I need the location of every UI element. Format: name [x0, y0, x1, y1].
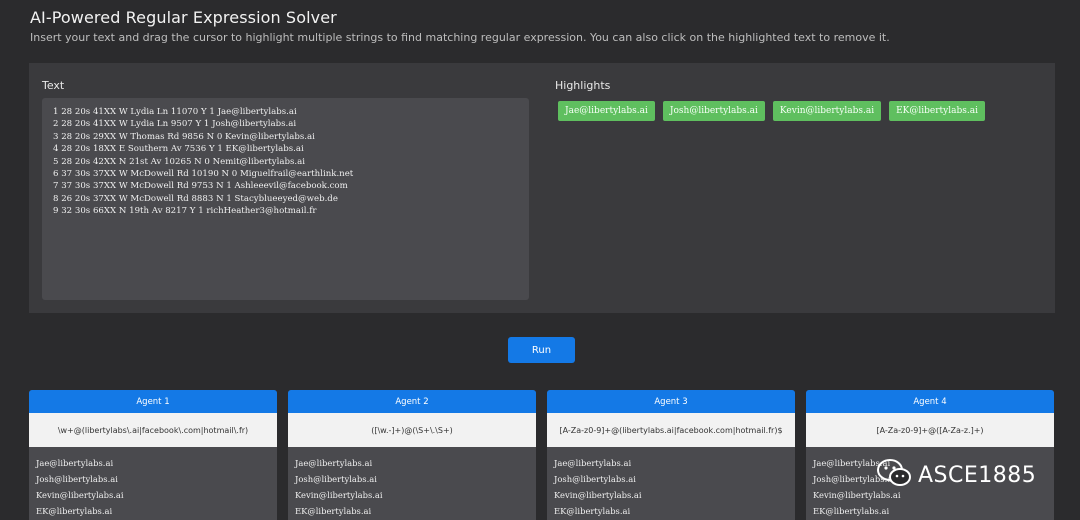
- agent-card-1: Agent 1 \w+@(libertylabs\.ai|facebook\.c…: [29, 390, 277, 520]
- agent-results: Jae@libertylabs.ai Josh@libertylabs.ai K…: [288, 447, 536, 520]
- list-item: Jae@libertylabs.ai: [295, 458, 373, 468]
- page-subtitle: Insert your text and drag the cursor to …: [30, 31, 890, 44]
- list-item: EK@libertylabs.ai: [813, 506, 890, 516]
- text-label: Text: [42, 79, 65, 92]
- agent-regex: [A-Za-z0-9]+@(libertylabs.ai|facebook.co…: [547, 413, 795, 447]
- list-item: EK@libertylabs.ai: [554, 506, 631, 516]
- list-item: Josh@libertylabs.ai: [36, 474, 118, 484]
- agent-regex: \w+@(libertylabs\.ai|facebook\.com|hotma…: [29, 413, 277, 447]
- input-panel: Text 1 28 20s 41XX W Lydia Ln 11070 Y 1 …: [29, 63, 1055, 313]
- list-item: Jae@libertylabs.ai: [554, 458, 632, 468]
- agent-results: Jae@libertylabs.ai Josh@libertylabs.ai K…: [29, 447, 277, 520]
- list-item: Jae@libertylabs.ai: [36, 458, 114, 468]
- agent-results: Jae@libertylabs.ai Josh@libertylabs.ai K…: [547, 447, 795, 520]
- agent-title: Agent 1: [29, 390, 277, 413]
- agent-card-3: Agent 3 [A-Za-z0-9]+@(libertylabs.ai|fac…: [547, 390, 795, 520]
- list-item: Kevin@libertylabs.ai: [36, 490, 124, 500]
- agent-card-4: Agent 4 [A-Za-z0-9]+@([A-Za-z.]+) Jae@li…: [806, 390, 1054, 520]
- agent-regex: ([\w.-]+)@(\S+\.\S+): [288, 413, 536, 447]
- highlights-list: Jae@libertylabs.ai Josh@libertylabs.ai K…: [558, 101, 985, 121]
- run-button[interactable]: Run: [508, 337, 575, 363]
- list-item: EK@libertylabs.ai: [36, 506, 113, 516]
- highlight-chip[interactable]: Josh@libertylabs.ai: [662, 101, 765, 121]
- highlight-chip[interactable]: Jae@libertylabs.ai: [558, 101, 655, 121]
- watermark: ASCE1885: [876, 458, 1036, 492]
- agent-regex: [A-Za-z0-9]+@([A-Za-z.]+): [806, 413, 1054, 447]
- highlights-label: Highlights: [555, 79, 611, 92]
- list-item: Kevin@libertylabs.ai: [554, 490, 642, 500]
- agent-card-2: Agent 2 ([\w.-]+)@(\S+\.\S+) Jae@liberty…: [288, 390, 536, 520]
- page-title: AI-Powered Regular Expression Solver: [30, 8, 337, 27]
- agent-title: Agent 3: [547, 390, 795, 413]
- agent-title: Agent 2: [288, 390, 536, 413]
- agents-row: Agent 1 \w+@(libertylabs\.ai|facebook\.c…: [29, 390, 1054, 520]
- highlight-chip[interactable]: Kevin@libertylabs.ai: [772, 101, 882, 121]
- list-item: Josh@libertylabs.ai: [295, 474, 377, 484]
- wechat-icon: [876, 458, 912, 492]
- text-input[interactable]: 1 28 20s 41XX W Lydia Ln 11070 Y 1 Jae@l…: [42, 98, 529, 300]
- highlight-chip[interactable]: EK@libertylabs.ai: [889, 101, 985, 121]
- list-item: Josh@libertylabs.ai: [554, 474, 636, 484]
- list-item: EK@libertylabs.ai: [295, 506, 372, 516]
- list-item: Kevin@libertylabs.ai: [295, 490, 383, 500]
- agent-title: Agent 4: [806, 390, 1054, 413]
- watermark-text: ASCE1885: [918, 462, 1037, 488]
